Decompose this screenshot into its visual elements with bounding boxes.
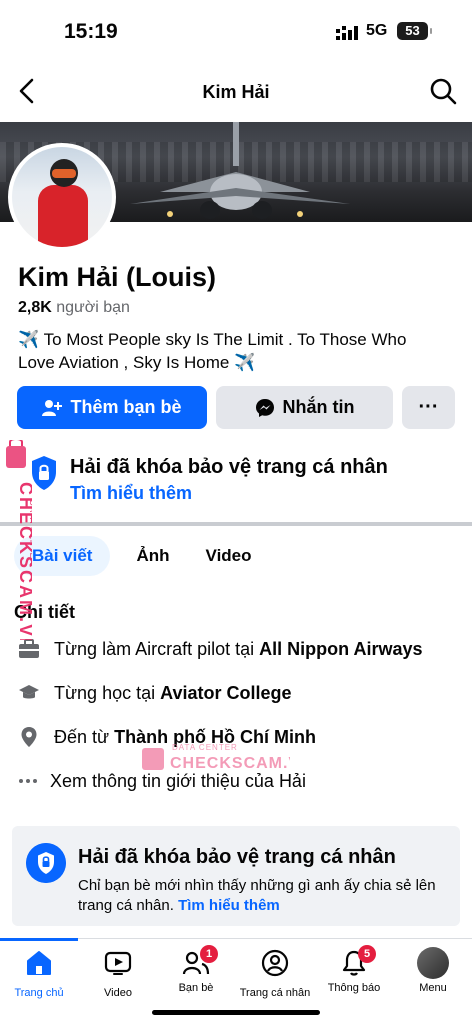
graduation-cap-icon — [19, 685, 39, 699]
avatar-photo — [12, 147, 112, 247]
friends-badge: 1 — [200, 945, 218, 963]
checkscam-watermark-vertical: CHECKSCAM.VN DATA CENTER — [6, 440, 32, 640]
search-icon[interactable] — [428, 76, 458, 106]
battery-icon: 53 — [397, 22, 432, 40]
video-icon — [104, 951, 132, 975]
active-tab-indicator — [0, 938, 78, 941]
notifications-badge: 5 — [358, 945, 376, 963]
avatar-goggles — [52, 169, 76, 178]
add-friend-icon — [42, 399, 63, 416]
detail-from-prefix: Đến từ — [54, 726, 115, 747]
message-label: Nhắn tin — [282, 397, 355, 417]
detail-school-prefix: Từng học tại — [54, 682, 161, 703]
lock-banner-title: Hải đã khóa bảo vệ trang cá nhân — [70, 456, 388, 478]
airplane-emoji-icon: ✈️ — [18, 330, 40, 349]
more-options-button[interactable]: ··· — [402, 386, 455, 429]
briefcase-icon — [19, 639, 39, 658]
nav-friends[interactable]: 1 Bạn bè — [157, 945, 235, 1005]
learn-more-link[interactable]: Tìm hiểu thêm — [70, 483, 192, 504]
status-time: 15:19 — [64, 20, 118, 43]
svg-text:DATA CENTER: DATA CENTER — [172, 743, 238, 752]
detail-work: Từng làm Aircraft pilot tại All Nippon A… — [18, 636, 422, 662]
locked-card-learn-more[interactable]: Tìm hiểu thêm — [178, 897, 280, 914]
menu-avatar-icon — [417, 947, 449, 979]
add-friend-label: Thêm bạn bè — [70, 397, 182, 417]
nav-home[interactable]: Trang chủ — [0, 945, 78, 1005]
nav-profile[interactable]: Trang cá nhân — [236, 945, 314, 1005]
detail-school: Từng học tại Aviator College — [18, 680, 291, 706]
message-button[interactable]: Nhắn tin — [216, 386, 393, 429]
bio-line-2: Love Aviation , Sky Is Home — [18, 353, 230, 372]
svg-text:DATA CENTER: DATA CENTER — [28, 500, 32, 566]
avatar-jacket — [38, 185, 88, 247]
friends-count-label: người bạn — [56, 299, 130, 316]
nav-menu-label: Menu — [419, 982, 447, 994]
more-icon: ··· — [418, 396, 439, 418]
profile-header: Kim Hải — [0, 62, 472, 122]
locked-card-description: Chỉ bạn bè mới nhìn thấy những gì anh ấy… — [78, 876, 448, 916]
profile-avatar[interactable] — [8, 143, 116, 251]
svg-text:CHECKSCAM.VN: CHECKSCAM.VN — [170, 755, 290, 772]
profile-bio: ✈️ To Most People sky Is The Limit . To … — [18, 328, 458, 374]
home-icon — [27, 951, 51, 975]
nav-notifications-label: Thông báo — [327, 982, 381, 994]
locked-card-title: Hải đã khóa bảo vệ trang cá nhân — [78, 846, 396, 868]
friends-icon-wrap: 1 — [182, 945, 218, 977]
locked-profile-card: Hải đã khóa bảo vệ trang cá nhân Chỉ bạn… — [12, 826, 460, 926]
profile-icon — [261, 949, 289, 977]
detail-work-prefix: Từng làm Aircraft pilot tại — [54, 638, 260, 659]
airplane-emoji-icon: ✈️ — [234, 353, 256, 372]
nav-friends-label: Bạn bè — [178, 982, 214, 994]
page-title: Kim Hải — [202, 82, 270, 102]
profile-tabs: Bài viết Ảnh Video — [14, 536, 270, 576]
nav-menu[interactable]: Menu — [394, 945, 472, 1005]
location-pin-icon — [21, 727, 37, 747]
detail-work-place[interactable]: All Nippon Airways — [259, 639, 422, 660]
cellular-signal-icon — [336, 26, 358, 40]
nav-profile-label: Trang cá nhân — [239, 987, 311, 999]
shield-lock-icon — [32, 456, 56, 490]
checkscam-watermark-center: DATA CENTER CHECKSCAM.VN — [142, 743, 290, 772]
status-bar: 15:19 5G 53 — [0, 0, 472, 62]
tab-photos[interactable]: Ảnh — [118, 536, 187, 576]
airplane-graphic — [130, 122, 350, 219]
nav-home-label: Trang chủ — [14, 987, 64, 999]
detail-school-name[interactable]: Aviator College — [160, 683, 291, 704]
more-dots-icon — [19, 779, 37, 783]
friends-count[interactable]: 2,8K người bạn — [18, 299, 130, 317]
network-type: 5G — [366, 22, 388, 39]
shield-lock-icon — [26, 843, 66, 883]
nav-notifications[interactable]: 5 Thông báo — [315, 945, 393, 1005]
bio-line-1: To Most People sky Is The Limit . To Tho… — [43, 330, 407, 349]
add-friend-button[interactable]: Thêm bạn bè — [17, 386, 207, 429]
home-indicator — [152, 1010, 320, 1015]
bell-icon-wrap: 5 — [340, 945, 376, 977]
section-divider — [0, 522, 472, 526]
tab-videos[interactable]: Video — [188, 536, 270, 576]
nav-video[interactable]: Video — [79, 945, 157, 1005]
profile-name: Kim Hải (Louis) — [18, 262, 217, 292]
nav-video-label: Video — [104, 987, 132, 999]
friends-count-value: 2,8K — [18, 299, 52, 316]
messenger-icon — [255, 398, 274, 417]
